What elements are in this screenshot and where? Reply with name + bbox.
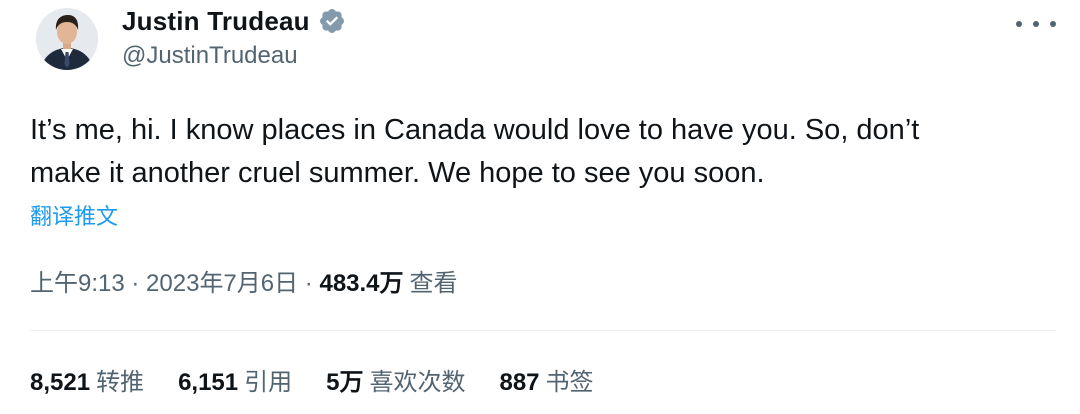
tweet-time[interactable]: 上午9:13 [30, 263, 125, 298]
tweet-date[interactable]: 2023年7月6日 [146, 263, 298, 298]
verified-badge-icon[interactable] [318, 7, 346, 35]
tweet-text: It’s me, hi. I know places in Canada wou… [30, 114, 920, 189]
translate-tweet-link[interactable]: 翻译推文 [30, 199, 118, 231]
engagement-stats: 8,521 转推 6,151 引用 5万 喜欢次数 887 书签 [30, 362, 628, 397]
views-label: 查看 [409, 270, 458, 297]
retweets-count: 8,521 [30, 369, 91, 396]
quotes-label: 引用 [244, 369, 293, 396]
retweets-stat[interactable]: 8,521 转推 [30, 362, 144, 397]
bookmarks-label: 书签 [545, 369, 594, 396]
likes-count: 5万 [326, 369, 364, 396]
tweet-meta: 上午9:13 · 2023年7月6日 · 483.4万 查看 [30, 263, 458, 298]
tweet-card: Justin Trudeau @JustinTrudeau It’s me, h… [0, 0, 1080, 414]
meta-separator: · [298, 270, 320, 297]
views-count: 483.4万 [319, 270, 404, 297]
likes-stat[interactable]: 5万 喜欢次数 [326, 362, 465, 397]
likes-label: 喜欢次数 [369, 369, 466, 396]
quotes-stat[interactable]: 6,151 引用 [178, 362, 292, 397]
avatar-portrait-icon [36, 8, 98, 70]
author-handle[interactable]: @JustinTrudeau [122, 42, 346, 70]
more-options-icon[interactable] [1016, 14, 1056, 34]
bookmarks-count: 887 [499, 369, 540, 396]
bookmarks-stat[interactable]: 887 书签 [499, 362, 593, 397]
retweets-label: 转推 [96, 369, 145, 396]
divider [30, 330, 1056, 331]
avatar[interactable] [36, 8, 98, 70]
name-row: Justin Trudeau [122, 4, 346, 38]
quotes-count: 6,151 [178, 369, 239, 396]
meta-separator: · [124, 270, 147, 297]
author-block: Justin Trudeau @JustinTrudeau [122, 4, 346, 70]
display-name[interactable]: Justin Trudeau [122, 6, 310, 37]
